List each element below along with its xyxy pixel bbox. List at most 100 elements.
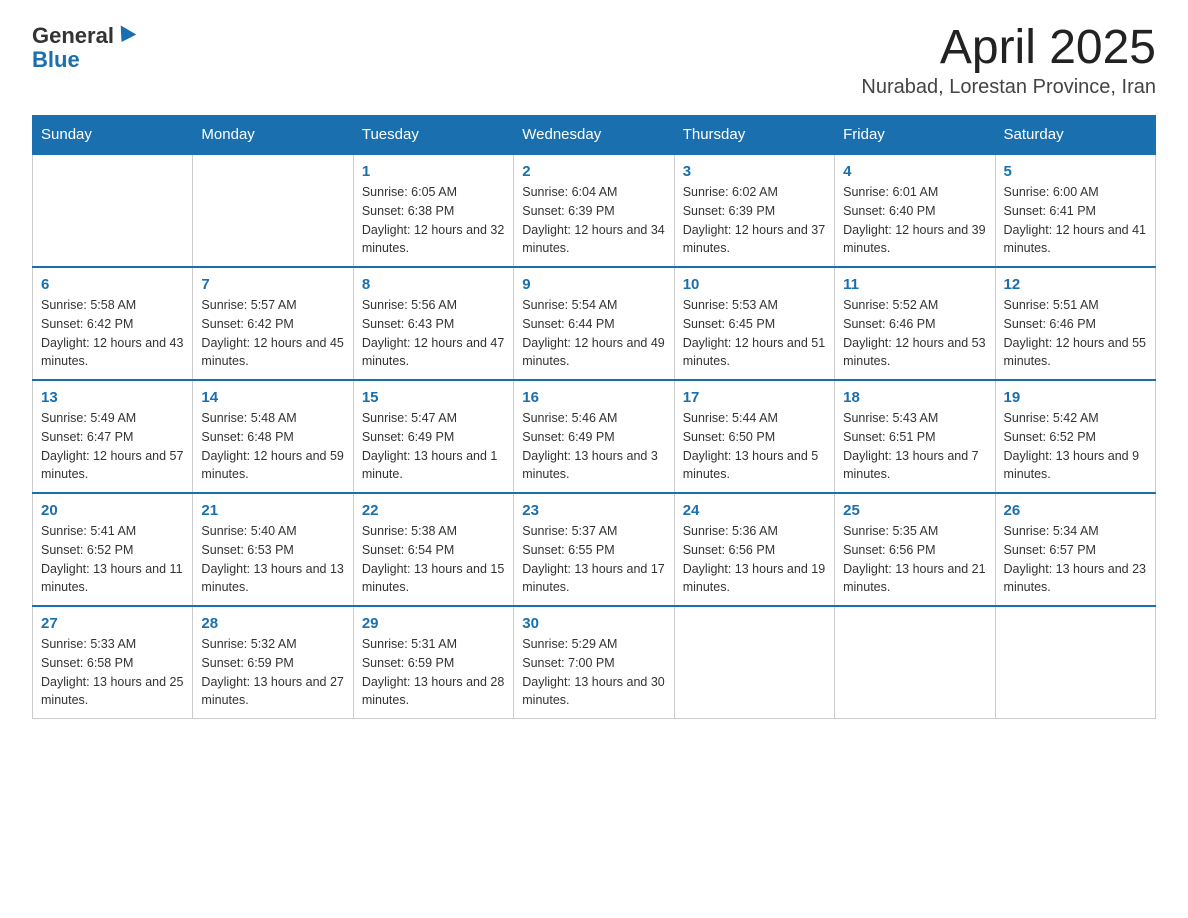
- day-number: 5: [1004, 163, 1147, 180]
- day-number: 25: [843, 502, 986, 519]
- calendar-cell: [33, 154, 193, 267]
- day-info: Sunrise: 5:44 AMSunset: 6:50 PMDaylight:…: [683, 409, 826, 484]
- day-number: 24: [683, 502, 826, 519]
- logo: General Blue: [32, 24, 134, 72]
- weekday-header-thursday: Thursday: [674, 116, 834, 155]
- calendar-cell: 22Sunrise: 5:38 AMSunset: 6:54 PMDayligh…: [353, 493, 513, 606]
- day-number: 22: [362, 502, 505, 519]
- month-year-title: April 2025: [861, 24, 1156, 72]
- logo-blue-text: Blue: [32, 48, 80, 72]
- day-info: Sunrise: 5:42 AMSunset: 6:52 PMDaylight:…: [1004, 409, 1147, 484]
- day-info: Sunrise: 6:01 AMSunset: 6:40 PMDaylight:…: [843, 183, 986, 258]
- day-info: Sunrise: 5:32 AMSunset: 6:59 PMDaylight:…: [201, 635, 344, 710]
- calendar-cell: 29 Sunrise: 5:31 AMSunset: 6:59 PMDayligh…: [353, 606, 513, 719]
- day-number: 19: [1004, 389, 1147, 406]
- day-info: Sunrise: 6:05 AMSunset: 6:38 PMDaylight:…: [362, 183, 505, 258]
- day-number: 12: [1004, 276, 1147, 293]
- calendar-cell: 12 Sunrise: 5:51 AMSunset: 6:46 PMDayligh…: [995, 267, 1155, 380]
- day-number: 7: [201, 276, 344, 293]
- calendar-cell: 17 Sunrise: 5:44 AMSunset: 6:50 PMDayligh…: [674, 380, 834, 493]
- calendar-cell: 16Sunrise: 5:46 AMSunset: 6:49 PMDayligh…: [514, 380, 674, 493]
- calendar-cell: 10 Sunrise: 5:53 AMSunset: 6:45 PMDayligh…: [674, 267, 834, 380]
- calendar-cell: [835, 606, 995, 719]
- day-info: Sunrise: 5:56 AMSunset: 6:43 PMDaylight:…: [362, 296, 505, 371]
- calendar-cell: [674, 606, 834, 719]
- day-number: 16: [522, 389, 665, 406]
- calendar-cell: 27Sunrise: 5:33 AMSunset: 6:58 PMDayligh…: [33, 606, 193, 719]
- calendar-cell: [995, 606, 1155, 719]
- day-number: 8: [362, 276, 505, 293]
- day-number: 3: [683, 163, 826, 180]
- calendar-cell: 15 Sunrise: 5:47 AMSunset: 6:49 PMDayligh…: [353, 380, 513, 493]
- day-number: 6: [41, 276, 184, 293]
- weekday-header-wednesday: Wednesday: [514, 116, 674, 155]
- day-info: Sunrise: 5:52 AMSunset: 6:46 PMDaylight:…: [843, 296, 986, 371]
- day-number: 30: [522, 615, 665, 632]
- day-info: Sunrise: 6:02 AMSunset: 6:39 PMDaylight:…: [683, 183, 826, 258]
- day-number: 28: [201, 615, 344, 632]
- weekday-header-tuesday: Tuesday: [353, 116, 513, 155]
- calendar-cell: [193, 154, 353, 267]
- calendar-cell: 8 Sunrise: 5:56 AMSunset: 6:43 PMDaylight…: [353, 267, 513, 380]
- day-number: 4: [843, 163, 986, 180]
- day-info: Sunrise: 5:54 AMSunset: 6:44 PMDaylight:…: [522, 296, 665, 371]
- day-info: Sunrise: 5:35 AMSunset: 6:56 PMDaylight:…: [843, 522, 986, 597]
- calendar-header-row: SundayMondayTuesdayWednesdayThursdayFrid…: [33, 116, 1156, 155]
- day-info: Sunrise: 5:36 AMSunset: 6:56 PMDaylight:…: [683, 522, 826, 597]
- calendar-cell: 3 Sunrise: 6:02 AMSunset: 6:39 PMDaylight…: [674, 154, 834, 267]
- day-info: Sunrise: 5:48 AMSunset: 6:48 PMDaylight:…: [201, 409, 344, 484]
- calendar-cell: 24 Sunrise: 5:36 AMSunset: 6:56 PMDayligh…: [674, 493, 834, 606]
- day-number: 13: [41, 389, 184, 406]
- calendar-cell: 7 Sunrise: 5:57 AMSunset: 6:42 PMDaylight…: [193, 267, 353, 380]
- logo-triangle-icon: [114, 26, 137, 47]
- day-info: Sunrise: 6:04 AMSunset: 6:39 PMDaylight:…: [522, 183, 665, 258]
- calendar-cell: 1 Sunrise: 6:05 AMSunset: 6:38 PMDaylight…: [353, 154, 513, 267]
- day-info: Sunrise: 5:31 AMSunset: 6:59 PMDaylight:…: [362, 635, 505, 710]
- day-number: 21: [201, 502, 344, 519]
- calendar-cell: 21Sunrise: 5:40 AMSunset: 6:53 PMDayligh…: [193, 493, 353, 606]
- calendar-cell: 6Sunrise: 5:58 AMSunset: 6:42 PMDaylight…: [33, 267, 193, 380]
- day-info: Sunrise: 5:29 AMSunset: 7:00 PMDaylight:…: [522, 635, 665, 710]
- day-info: Sunrise: 5:47 AMSunset: 6:49 PMDaylight:…: [362, 409, 505, 484]
- day-number: 15: [362, 389, 505, 406]
- day-info: Sunrise: 5:51 AMSunset: 6:46 PMDaylight:…: [1004, 296, 1147, 371]
- calendar-cell: 20Sunrise: 5:41 AMSunset: 6:52 PMDayligh…: [33, 493, 193, 606]
- calendar-cell: 2Sunrise: 6:04 AMSunset: 6:39 PMDaylight…: [514, 154, 674, 267]
- day-info: Sunrise: 5:53 AMSunset: 6:45 PMDaylight:…: [683, 296, 826, 371]
- day-number: 18: [843, 389, 986, 406]
- calendar-table: SundayMondayTuesdayWednesdayThursdayFrid…: [32, 115, 1156, 719]
- location-text: Nurabad, Lorestan Province, Iran: [861, 76, 1156, 99]
- day-number: 1: [362, 163, 505, 180]
- day-info: Sunrise: 5:49 AMSunset: 6:47 PMDaylight:…: [41, 409, 184, 484]
- day-info: Sunrise: 5:33 AMSunset: 6:58 PMDaylight:…: [41, 635, 184, 710]
- calendar-cell: 19 Sunrise: 5:42 AMSunset: 6:52 PMDayligh…: [995, 380, 1155, 493]
- day-info: Sunrise: 5:41 AMSunset: 6:52 PMDaylight:…: [41, 522, 184, 597]
- day-info: Sunrise: 5:43 AMSunset: 6:51 PMDaylight:…: [843, 409, 986, 484]
- day-number: 17: [683, 389, 826, 406]
- weekday-header-sunday: Sunday: [33, 116, 193, 155]
- day-number: 26: [1004, 502, 1147, 519]
- calendar-cell: 30 Sunrise: 5:29 AMSunset: 7:00 PMDayligh…: [514, 606, 674, 719]
- calendar-cell: 4 Sunrise: 6:01 AMSunset: 6:40 PMDaylight…: [835, 154, 995, 267]
- calendar-cell: 5 Sunrise: 6:00 AMSunset: 6:41 PMDaylight…: [995, 154, 1155, 267]
- calendar-week-row: 20Sunrise: 5:41 AMSunset: 6:52 PMDayligh…: [33, 493, 1156, 606]
- day-info: Sunrise: 5:37 AMSunset: 6:55 PMDaylight:…: [522, 522, 665, 597]
- logo-general-text: General: [32, 24, 114, 48]
- weekday-header-monday: Monday: [193, 116, 353, 155]
- calendar-cell: 11Sunrise: 5:52 AMSunset: 6:46 PMDayligh…: [835, 267, 995, 380]
- calendar-week-row: 1 Sunrise: 6:05 AMSunset: 6:38 PMDaylight…: [33, 154, 1156, 267]
- day-number: 10: [683, 276, 826, 293]
- day-info: Sunrise: 5:57 AMSunset: 6:42 PMDaylight:…: [201, 296, 344, 371]
- day-number: 23: [522, 502, 665, 519]
- calendar-cell: 14Sunrise: 5:48 AMSunset: 6:48 PMDayligh…: [193, 380, 353, 493]
- calendar-week-row: 27Sunrise: 5:33 AMSunset: 6:58 PMDayligh…: [33, 606, 1156, 719]
- calendar-cell: 26Sunrise: 5:34 AMSunset: 6:57 PMDayligh…: [995, 493, 1155, 606]
- day-number: 29: [362, 615, 505, 632]
- title-area: April 2025 Nurabad, Lorestan Province, I…: [861, 24, 1156, 99]
- calendar-cell: 23 Sunrise: 5:37 AMSunset: 6:55 PMDayligh…: [514, 493, 674, 606]
- calendar-cell: 18 Sunrise: 5:43 AMSunset: 6:51 PMDayligh…: [835, 380, 995, 493]
- calendar-week-row: 6Sunrise: 5:58 AMSunset: 6:42 PMDaylight…: [33, 267, 1156, 380]
- calendar-cell: 13 Sunrise: 5:49 AMSunset: 6:47 PMDayligh…: [33, 380, 193, 493]
- calendar-cell: 25 Sunrise: 5:35 AMSunset: 6:56 PMDayligh…: [835, 493, 995, 606]
- day-info: Sunrise: 6:00 AMSunset: 6:41 PMDaylight:…: [1004, 183, 1147, 258]
